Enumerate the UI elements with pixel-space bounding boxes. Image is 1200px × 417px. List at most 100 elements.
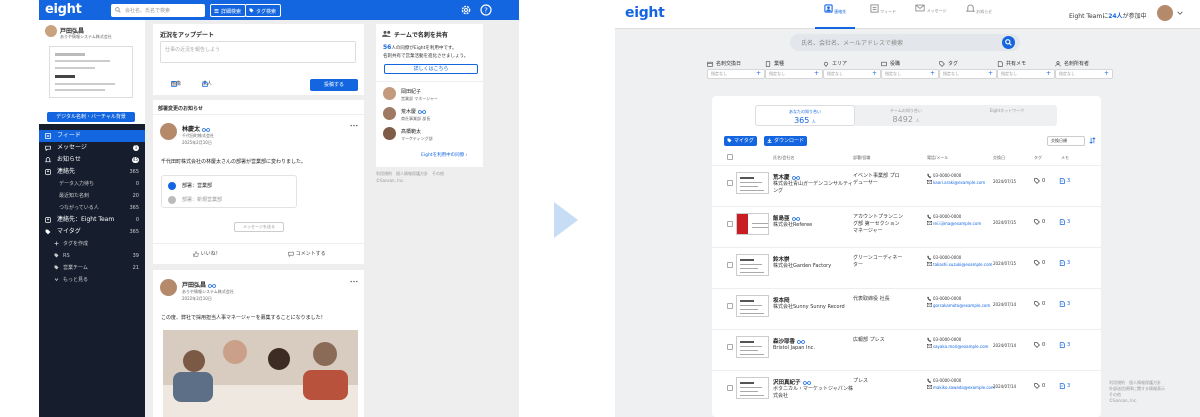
chevron-down-icon[interactable] bbox=[1177, 11, 1183, 15]
business-card-thumbnail[interactable] bbox=[736, 213, 769, 235]
contact-phone[interactable]: 03-0000-0000 bbox=[927, 173, 961, 178]
comment-button[interactable]: コメントする bbox=[288, 250, 326, 257]
filter-select[interactable]: 指定なし + bbox=[881, 69, 939, 79]
filter-industry[interactable]: 業種 指定なし + bbox=[765, 60, 823, 79]
sidebar-item-team-contacts[interactable]: 連絡先：Eight Team 0 bbox=[39, 214, 145, 226]
eight-logo[interactable]: eight bbox=[625, 5, 665, 21]
send-message-button[interactable]: メッセージを送る bbox=[234, 222, 284, 232]
tag-count[interactable]: 0 bbox=[1034, 178, 1045, 184]
post-photo[interactable] bbox=[163, 330, 358, 417]
contact-phone[interactable]: 03-0000-0000 bbox=[927, 378, 961, 383]
filter-select[interactable]: 指定なし + bbox=[939, 69, 997, 79]
contact-email[interactable]: rei.iijima@example.com bbox=[927, 221, 989, 226]
row-checkbox[interactable] bbox=[727, 262, 733, 268]
sidebar-item-notifications[interactable]: お知らせ 45 bbox=[39, 154, 145, 166]
coworker-name[interactable]: 岡田紀子 bbox=[401, 88, 421, 95]
filter-select[interactable]: 指定なし + bbox=[997, 69, 1055, 79]
header-dept[interactable]: 部署/役職 bbox=[853, 155, 870, 161]
table-row[interactable]: 飯島亜 株式会社Referee アカウントプランニング部 第一セクション マネージャ… bbox=[712, 206, 1101, 242]
avatar[interactable] bbox=[160, 279, 177, 296]
avatar[interactable] bbox=[1157, 5, 1173, 21]
contact-phone[interactable]: 03-0000-0000 bbox=[927, 255, 961, 260]
business-card-image[interactable] bbox=[49, 46, 133, 98]
help-icon[interactable]: ? bbox=[480, 4, 492, 16]
post-author[interactable]: 林慶太 bbox=[182, 124, 210, 133]
tab-my-contacts[interactable]: あなたの知り合い 365 人 bbox=[755, 105, 855, 126]
memo-count[interactable]: 3 bbox=[1059, 342, 1070, 348]
nav-contacts[interactable]: 連絡先 bbox=[815, 4, 855, 29]
sidebar-item-contacts[interactable]: 連絡先 365 bbox=[39, 166, 145, 178]
sidebar-item-mytag[interactable]: マイタグ 365 bbox=[39, 226, 145, 238]
memo-count[interactable]: 3 bbox=[1059, 301, 1070, 307]
sidebar-subitem-pending[interactable]: データ入力待ち 0 bbox=[39, 178, 145, 190]
header-memo[interactable]: メモ bbox=[1061, 155, 1069, 161]
sort-icon[interactable] bbox=[1089, 137, 1096, 144]
sort-select[interactable]: 交換日順 bbox=[1047, 136, 1085, 146]
avatar[interactable] bbox=[160, 123, 177, 140]
show-more-tags[interactable]: もっと見る bbox=[39, 274, 145, 286]
see-coworkers-link[interactable]: Eightを利用中の同僚 › bbox=[421, 152, 467, 158]
business-card-thumbnail[interactable] bbox=[736, 254, 769, 276]
nav-messages[interactable]: メッセージ bbox=[911, 4, 951, 14]
gear-icon[interactable] bbox=[460, 4, 472, 16]
contact-name[interactable]: 坂本岡 bbox=[773, 296, 790, 304]
filter-shared-memo[interactable]: 共有メモ 指定なし + bbox=[997, 60, 1055, 79]
contact-email[interactable]: sayaka.mori@example.com bbox=[927, 344, 989, 349]
row-checkbox[interactable] bbox=[727, 385, 733, 391]
detail-search-button[interactable]: 詳細検索 bbox=[210, 4, 247, 17]
tag-count[interactable]: 0 bbox=[1034, 383, 1045, 389]
search-input[interactable]: 氏名、会社名、メールアドレスで検索 bbox=[790, 34, 1020, 51]
contact-email[interactable]: makiko.sawada@example.com bbox=[927, 385, 995, 390]
team-status[interactable]: Eight Teamに24人が参加中 bbox=[1069, 11, 1147, 20]
tab-eight-network[interactable]: Eightネットワーク bbox=[957, 105, 1057, 126]
select-all-checkbox[interactable] bbox=[727, 154, 733, 160]
filter-position[interactable]: 役職 指定なし + bbox=[881, 60, 939, 79]
memo-count[interactable]: 3 bbox=[1059, 178, 1070, 184]
sidebar-subitem-connected[interactable]: つながっている人 365 bbox=[39, 202, 145, 214]
filter-card-owner[interactable]: 名刺所有者 指定なし + bbox=[1055, 60, 1113, 79]
filter-select[interactable]: 指定なし + bbox=[765, 69, 823, 79]
filter-tag[interactable]: タグ 指定なし + bbox=[939, 60, 997, 79]
table-row[interactable]: 鈴木崇 株式会社Garden Factory グリーンコーディネーター 03-0000… bbox=[712, 247, 1101, 283]
header-date[interactable]: 交換日 bbox=[993, 155, 1005, 161]
row-checkbox[interactable] bbox=[727, 303, 733, 309]
more-icon[interactable] bbox=[350, 124, 358, 127]
contact-email[interactable]: gorsakamoto@example.com bbox=[927, 303, 990, 308]
learn-more-button[interactable]: 詳しくはこちら bbox=[384, 64, 478, 74]
business-card-thumbnail[interactable] bbox=[736, 336, 769, 358]
contact-name[interactable]: 森沙耶香 bbox=[773, 337, 805, 345]
more-icon[interactable] bbox=[350, 280, 358, 283]
post-button[interactable]: 投稿する bbox=[310, 79, 358, 91]
sidebar-subitem-recent[interactable]: 最近知た名刺 20 bbox=[39, 190, 145, 202]
digital-card-button[interactable]: デジタル名刺・バーチャル背景 bbox=[47, 112, 135, 122]
tag-count[interactable]: 0 bbox=[1034, 219, 1045, 225]
nav-feed[interactable]: フィード bbox=[863, 4, 903, 15]
nav-notifications[interactable]: お知らせ bbox=[959, 4, 999, 15]
memo-count[interactable]: 3 bbox=[1059, 383, 1070, 389]
filter-select[interactable]: 指定なし + bbox=[707, 69, 765, 79]
search-button[interactable] bbox=[1002, 36, 1015, 49]
contact-phone[interactable]: 03-0000-0000 bbox=[927, 337, 961, 342]
tag-search-button[interactable]: タグ検索 bbox=[245, 4, 282, 17]
row-checkbox[interactable] bbox=[727, 221, 733, 227]
contact-name[interactable]: 鈴木崇 bbox=[773, 255, 790, 263]
contact-name[interactable]: 沢田真紀子 bbox=[773, 378, 811, 386]
row-checkbox[interactable] bbox=[727, 344, 733, 350]
coworker-name[interactable]: 高橋範太 bbox=[401, 128, 421, 135]
avatar[interactable] bbox=[383, 107, 396, 120]
filter-exchange-date[interactable]: 名刺交換日 指定なし + bbox=[707, 60, 765, 79]
header-tag[interactable]: タグ bbox=[1034, 155, 1042, 161]
image-button[interactable]: 画像 bbox=[162, 80, 181, 87]
table-row[interactable]: 森沙耶香 Bristol Japan Inc. 広報部 プレス 03-0000-000… bbox=[712, 329, 1101, 365]
footer-links[interactable]: 利用規約 個人情報保護方針 その他 bbox=[376, 171, 444, 177]
table-row[interactable]: 坂本岡 株式会社Sunny Sunny Record 代表取締役 社長 03-0000… bbox=[712, 288, 1101, 324]
create-tag-button[interactable]: タグを作成 bbox=[39, 238, 145, 250]
contact-email[interactable]: kaori.araki@example.com bbox=[927, 180, 989, 185]
memo-count[interactable]: 3 bbox=[1059, 260, 1070, 266]
sidebar-tag-rs[interactable]: RS 39 bbox=[39, 250, 145, 262]
filter-area[interactable]: エリア 指定なし + bbox=[823, 60, 881, 79]
business-card-thumbnail[interactable] bbox=[736, 172, 769, 194]
contact-phone[interactable]: 03-0000-0000 bbox=[927, 296, 961, 301]
avatar[interactable] bbox=[45, 25, 57, 37]
post-author[interactable]: 戸田弘昌 bbox=[182, 280, 216, 289]
